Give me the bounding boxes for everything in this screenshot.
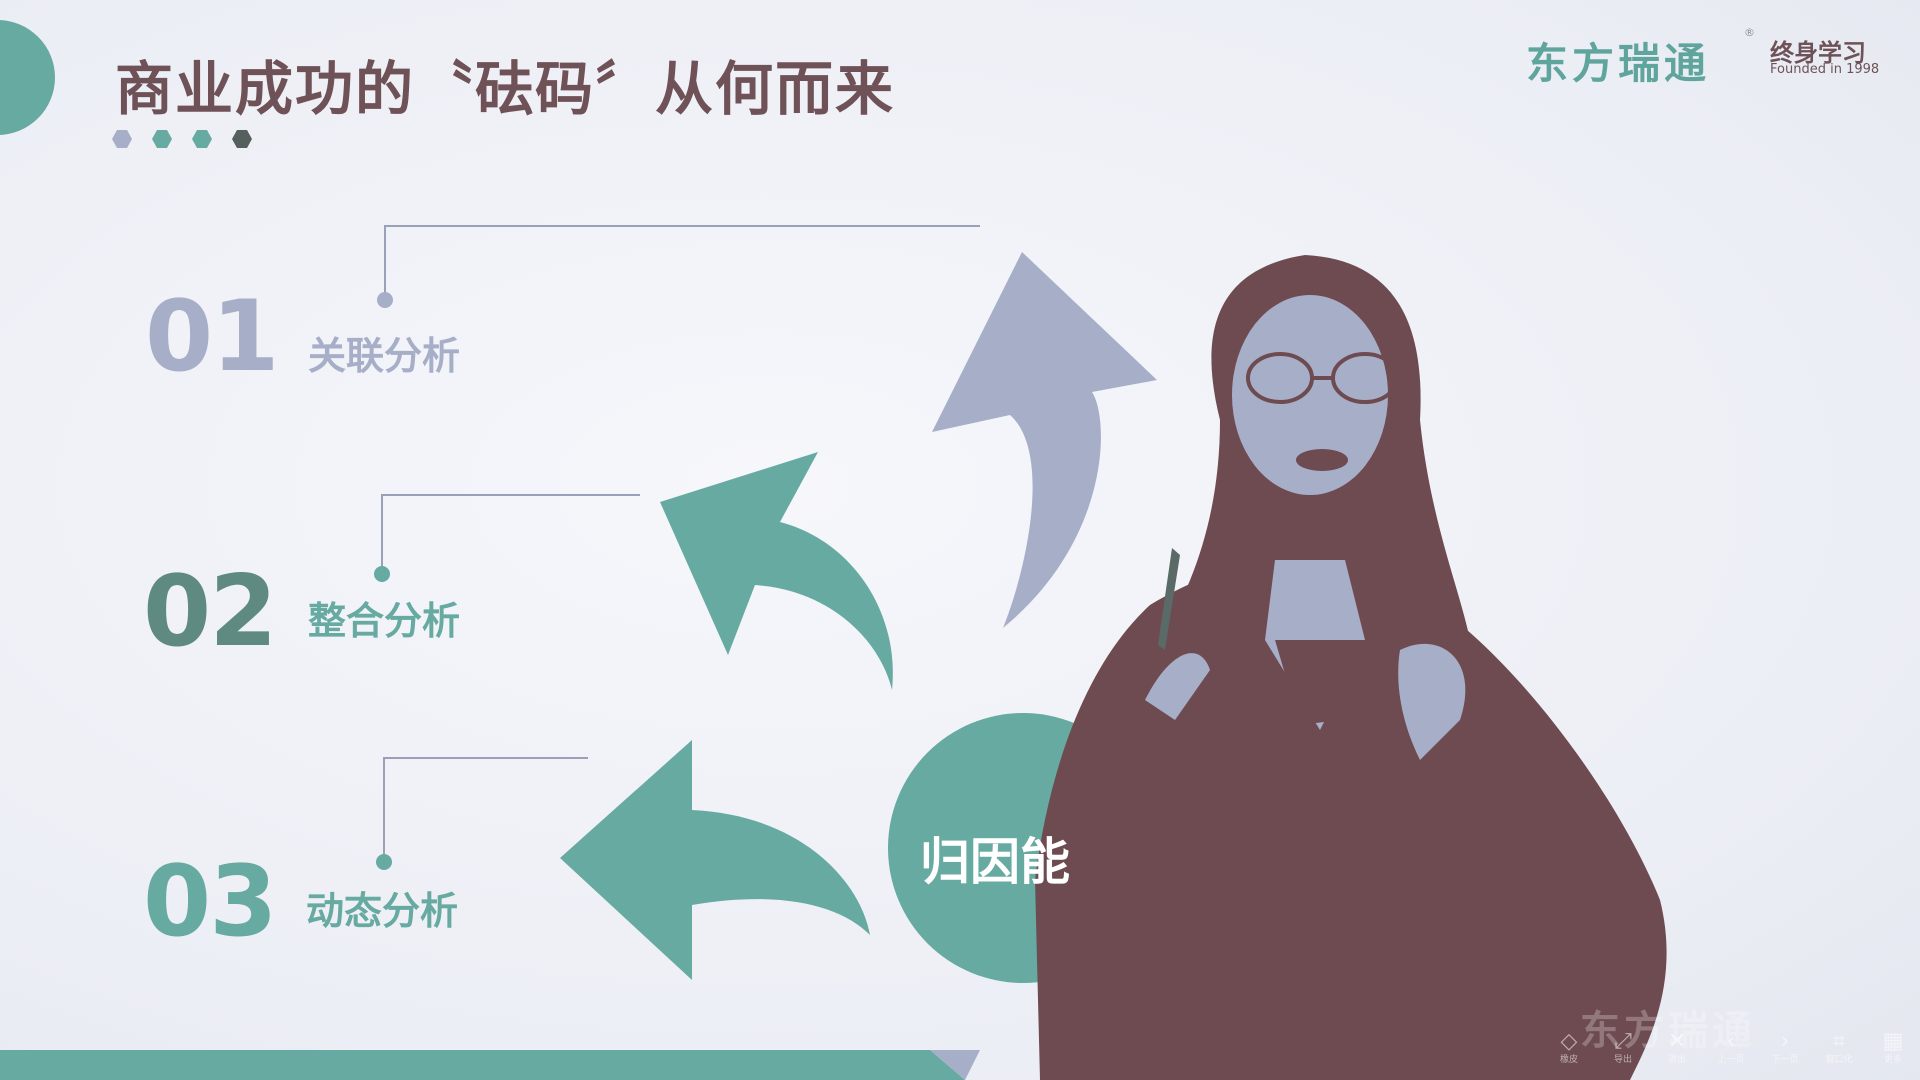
item-label-3: 动态分析 bbox=[306, 889, 459, 933]
presentation-toolbar: ◇ 橡皮 ⤢ 导出 ✕ 退出 ‹ 上一页 › 下一页 ⌗ 窗口化 ▦ 更多 bbox=[1545, 1030, 1917, 1066]
toolbar-next-button[interactable]: › 下一页 bbox=[1761, 1030, 1809, 1066]
window-icon: ⌗ bbox=[1832, 1029, 1846, 1054]
connector-line-1 bbox=[384, 225, 980, 300]
connector-dot-2 bbox=[374, 566, 390, 582]
item-label-2: 整合分析 bbox=[308, 599, 461, 643]
connector-dot-3 bbox=[376, 854, 392, 870]
toolbar-prev-button[interactable]: ‹ 上一页 bbox=[1707, 1030, 1755, 1066]
grid-icon: ▦ bbox=[1882, 1029, 1904, 1054]
center-label: 归因能 bbox=[920, 833, 1070, 891]
export-icon: ⤢ bbox=[1614, 1029, 1632, 1054]
connector-line-2 bbox=[381, 494, 640, 574]
item-label-1: 关联分析 bbox=[308, 334, 461, 378]
prev-icon: ‹ bbox=[1726, 1029, 1736, 1054]
eraser-icon: ◇ bbox=[1560, 1029, 1578, 1054]
connector-dot-1 bbox=[377, 292, 393, 308]
next-icon: › bbox=[1780, 1029, 1790, 1054]
toolbar-exit-button[interactable]: ✕ 退出 bbox=[1653, 1030, 1701, 1066]
arrow-bottom bbox=[560, 740, 870, 980]
close-icon: ✕ bbox=[1667, 1029, 1687, 1054]
toolbar-export-button[interactable]: ⤢ 导出 bbox=[1599, 1030, 1647, 1066]
toolbar-more-button[interactable]: ▦ 更多 bbox=[1869, 1030, 1917, 1066]
slide-artwork bbox=[0, 225, 1667, 1080]
bottom-bar bbox=[0, 1050, 965, 1080]
toolbar-eraser-button[interactable]: ◇ 橡皮 bbox=[1545, 1030, 1593, 1066]
item-number-3: 03 bbox=[143, 845, 277, 959]
item-number-1: 01 bbox=[145, 280, 279, 394]
connector-line-3 bbox=[383, 757, 588, 862]
presenter-mouth bbox=[1296, 449, 1348, 471]
slide-canvas: 商业成功的〝砝码〞从何而来 东方瑞通 ® 终身学习 Founded in 199… bbox=[0, 0, 1920, 1080]
item-number-2: 02 bbox=[143, 555, 277, 669]
arrow-up bbox=[932, 252, 1157, 628]
toolbar-window-button[interactable]: ⌗ 窗口化 bbox=[1815, 1030, 1863, 1066]
arrow-middle bbox=[660, 452, 893, 690]
